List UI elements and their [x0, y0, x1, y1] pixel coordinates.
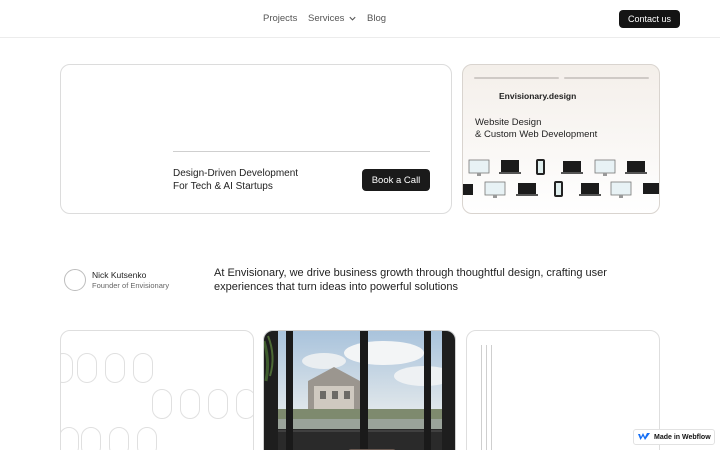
vertical-line — [481, 345, 482, 450]
hero-card: Design-Driven Development For Tech & AI … — [60, 64, 452, 214]
promo-progress-bar — [564, 77, 649, 79]
hero-tagline-line2: For Tech & AI Startups — [173, 180, 273, 192]
pill-shape — [180, 389, 200, 419]
office-window-photo — [264, 331, 455, 450]
vertical-line — [486, 345, 487, 450]
contact-us-button[interactable]: Contact us — [619, 10, 680, 28]
lines-card[interactable] — [466, 330, 660, 450]
pill-shape — [81, 427, 101, 450]
pill-shape — [61, 427, 79, 450]
promo-title-line1: Website Design — [475, 117, 542, 128]
mission-statement: At Envisionary, we drive business growth… — [214, 267, 607, 293]
webflow-logo-icon — [638, 433, 650, 440]
nav-link-blog[interactable]: Blog — [367, 13, 386, 24]
pattern-card[interactable] — [60, 330, 254, 450]
founder-name: Nick Kutsenko — [92, 270, 147, 280]
pill-shape — [236, 389, 253, 419]
nav-services-label: Services — [308, 13, 345, 24]
chevron-down-icon — [349, 16, 357, 21]
nav-link-services[interactable]: Services — [308, 13, 357, 24]
promo-title: Website Design & Custom Web Development — [475, 117, 597, 141]
office-photo-card[interactable] — [263, 330, 456, 450]
hero-tagline-line1: Design-Driven Development — [173, 168, 299, 179]
founder-role: Founder of Envisionary — [92, 281, 170, 290]
pill-shape — [77, 353, 97, 383]
hero-tagline: Design-Driven Development For Tech & AI … — [173, 168, 298, 193]
vertical-line — [491, 345, 492, 450]
promo-card[interactable]: Envisionary.design Website Design & Cust… — [462, 64, 660, 214]
promo-progress-bar — [474, 77, 559, 79]
pill-shape — [61, 353, 73, 383]
hero-divider — [173, 151, 430, 152]
device-row-bottom — [463, 181, 659, 198]
pill-shape — [105, 353, 125, 383]
pill-shape — [133, 353, 153, 383]
founder-avatar — [64, 269, 86, 291]
device-mockups-image — [463, 159, 659, 198]
pill-shape — [208, 389, 228, 419]
pill-shape — [137, 427, 157, 450]
site-header: Projects Services Blog Contact us — [0, 0, 720, 38]
device-row-top — [468, 159, 647, 176]
pill-shape — [109, 427, 129, 450]
pill-shape — [152, 389, 172, 419]
promo-brand-name: Envisionary.design — [499, 91, 577, 101]
badge-label: Made in Webflow — [654, 433, 711, 441]
made-in-webflow-badge[interactable]: Made in Webflow — [633, 429, 715, 445]
promo-title-line2: & Custom Web Development — [475, 129, 598, 140]
nav-link-projects[interactable]: Projects — [263, 13, 297, 24]
book-a-call-button[interactable]: Book a Call — [362, 169, 430, 191]
